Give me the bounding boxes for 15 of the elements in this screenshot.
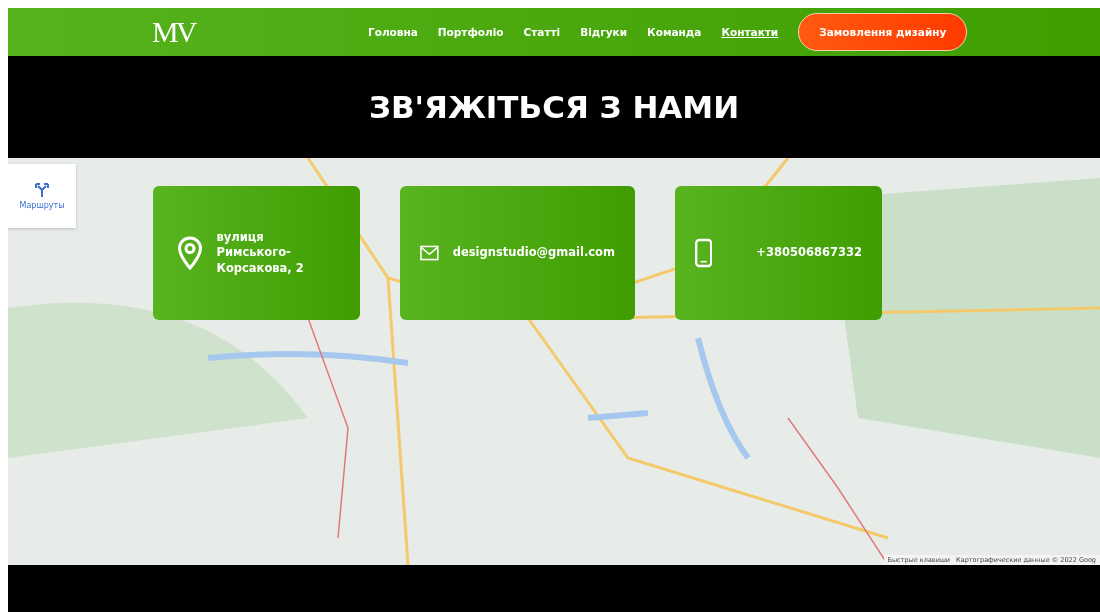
nav-link[interactable]: Команда (647, 26, 702, 38)
logo[interactable]: MV (152, 15, 368, 49)
phone-text: +380506867332 (756, 245, 862, 261)
nav-link[interactable]: Статті (523, 26, 561, 38)
email-text: designstudio@gmail.com (452, 245, 615, 261)
nav-link[interactable]: Контакти (721, 26, 779, 38)
nav-link[interactable]: Головна (368, 26, 418, 38)
address-text: вулиця Римського-Корсакова, 2 (216, 229, 305, 277)
nav-link[interactable]: Відгуки (580, 26, 628, 38)
page-title: ЗВ'ЯЖІТЬСЯ З НАМИ (368, 89, 740, 125)
directions-button[interactable]: Маршруты (8, 164, 76, 228)
nav-link[interactable]: Портфоліо (437, 26, 504, 38)
location-pin-icon (176, 236, 203, 270)
directions-icon (35, 182, 49, 197)
order-design-button[interactable]: Замовлення дизайну (798, 13, 968, 51)
